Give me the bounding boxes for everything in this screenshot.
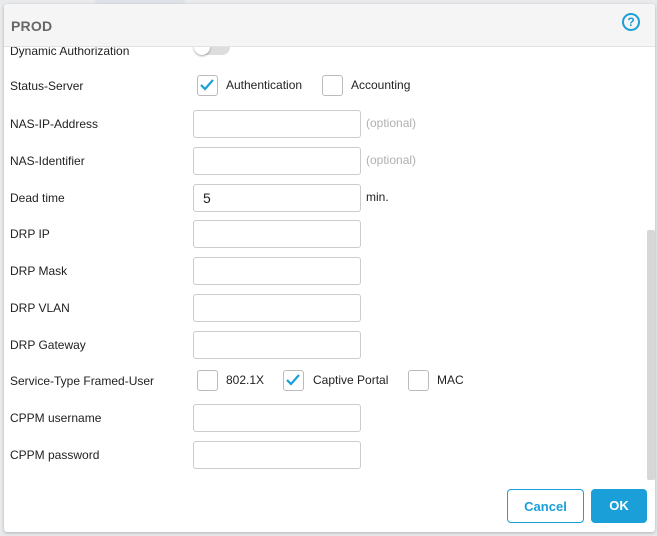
cppm-username-label: CPPM username (10, 411, 102, 425)
8021x-checkbox[interactable] (197, 370, 218, 391)
captive-portal-checkbox[interactable] (283, 370, 304, 391)
dynamic-authorization-row: Dynamic Authorization (4, 47, 644, 68)
nas-identifier-label: NAS-Identifier (10, 154, 85, 168)
cppm-username-input[interactable] (193, 404, 361, 432)
dynamic-authorization-label: Dynamic Authorization (10, 47, 130, 58)
cppm-password-label: CPPM password (10, 448, 100, 462)
authentication-checkbox[interactable] (197, 75, 218, 96)
checkmark-icon (286, 374, 300, 386)
dialog-body: Dynamic Authorization Status-Server Auth… (4, 47, 655, 477)
status-server-row: Status-Server Authentication Accounting (4, 75, 644, 99)
dialog-scrollbar[interactable] (647, 230, 655, 480)
drp-gateway-row: DRP Gateway (4, 331, 644, 359)
cancel-button[interactable]: Cancel (507, 489, 584, 523)
status-server-label: Status-Server (10, 79, 84, 93)
nas-ip-hint: (optional) (366, 116, 417, 130)
drp-mask-row: DRP Mask (4, 257, 644, 285)
nas-identifier-input[interactable] (193, 147, 361, 175)
drp-ip-input[interactable] (193, 220, 361, 248)
ok-button[interactable]: OK (591, 489, 647, 523)
nas-ip-row: NAS-IP-Address (optional) (4, 110, 644, 138)
authentication-label: Authentication (226, 78, 303, 92)
checkmark-icon (200, 79, 214, 91)
edit-server-dialog: PROD ? Dynamic Authorization Status-Serv… (4, 4, 655, 532)
help-icon[interactable]: ? (622, 13, 640, 31)
8021x-label: 802.1X (226, 373, 265, 387)
nas-identifier-hint: (optional) (366, 153, 417, 167)
cppm-password-input[interactable] (193, 441, 361, 469)
service-type-row: Service-Type Framed-User 802.1X Captive … (4, 370, 644, 394)
dead-time-label: Dead time (10, 191, 65, 205)
dynamic-authorization-toggle[interactable] (194, 47, 230, 55)
accounting-label: Accounting (351, 78, 411, 92)
dialog-header: PROD ? (4, 4, 655, 47)
captive-portal-label: Captive Portal (313, 373, 389, 387)
service-type-label: Service-Type Framed-User (10, 374, 155, 388)
dialog-title: PROD (11, 18, 53, 34)
accounting-checkbox[interactable] (322, 75, 343, 96)
cppm-password-row: CPPM password (4, 441, 644, 469)
nas-ip-input[interactable] (193, 110, 361, 138)
drp-vlan-input[interactable] (193, 294, 361, 322)
drp-ip-label: DRP IP (10, 227, 50, 241)
dead-time-input[interactable]: 5 (193, 184, 361, 212)
dead-time-unit: min. (366, 190, 389, 204)
drp-vlan-label: DRP VLAN (10, 301, 70, 315)
nas-ip-label: NAS-IP-Address (10, 117, 99, 131)
mac-checkbox[interactable] (408, 370, 429, 391)
drp-gateway-label: DRP Gateway (10, 338, 86, 352)
drp-ip-row: DRP IP (4, 220, 644, 248)
cppm-username-row: CPPM username (4, 404, 644, 432)
nas-identifier-row: NAS-Identifier (optional) (4, 147, 644, 175)
drp-mask-label: DRP Mask (10, 264, 68, 278)
drp-mask-input[interactable] (193, 257, 361, 285)
mac-label: MAC (437, 373, 464, 387)
dead-time-row: Dead time 5 min. (4, 184, 644, 212)
drp-gateway-input[interactable] (193, 331, 361, 359)
drp-vlan-row: DRP VLAN (4, 294, 644, 322)
dead-time-value: 5 (203, 190, 211, 206)
